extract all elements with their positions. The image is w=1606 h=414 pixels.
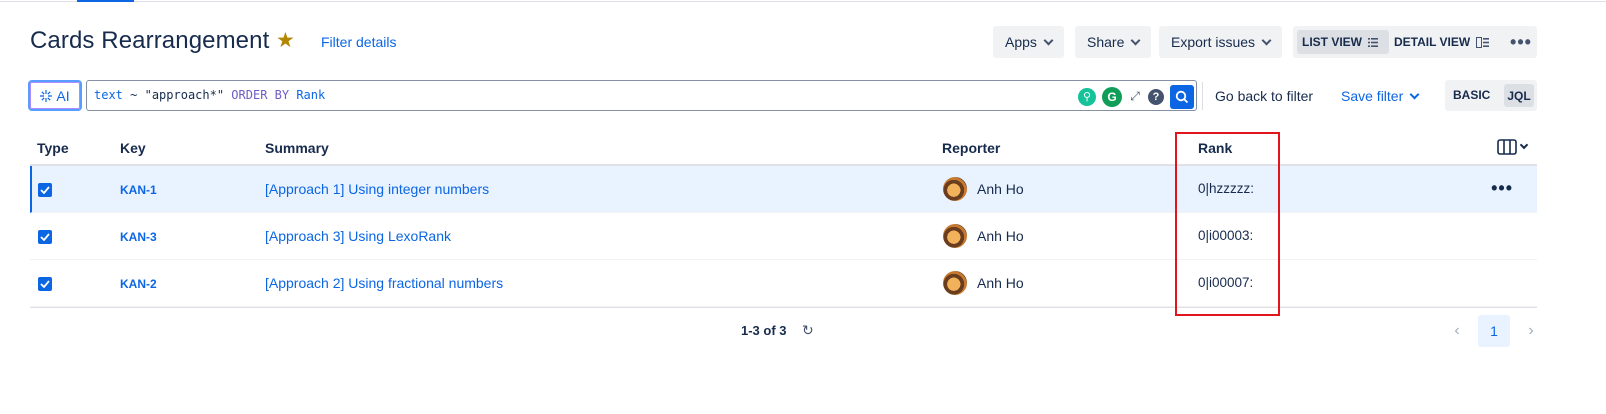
grammarly-icon[interactable]: G	[1102, 86, 1122, 107]
basic-jql-toggle: BASIC JQL	[1445, 80, 1537, 111]
help-icon[interactable]: ?	[1148, 88, 1164, 105]
search-button[interactable]	[1170, 84, 1194, 109]
page-header: Cards Rearrangement ★ Filter details App…	[30, 24, 1576, 60]
jql-query-text: text ~ "approach*" ORDER BY Rank	[94, 88, 325, 102]
previous-page-icon[interactable]: ‹	[1446, 322, 1468, 340]
chevron-down-icon	[1043, 35, 1054, 45]
checkbox-icon[interactable]	[38, 230, 52, 244]
reporter-name: Anh Ho	[977, 181, 1024, 197]
export-label: Export issues	[1171, 34, 1256, 50]
col-type[interactable]: Type	[37, 140, 69, 156]
issue-key[interactable]: KAN-2	[120, 277, 157, 291]
list-icon	[1368, 37, 1378, 47]
avatar	[943, 177, 967, 201]
chevron-down-icon	[1130, 35, 1141, 45]
basic-mode-button[interactable]: BASIC	[1453, 88, 1490, 102]
checkbox-icon[interactable]	[38, 183, 52, 197]
checkbox-icon[interactable]	[38, 277, 52, 291]
chevron-down-icon	[1409, 89, 1420, 99]
ai-button[interactable]: AI	[28, 80, 82, 111]
col-summary[interactable]: Summary	[265, 140, 329, 156]
save-filter-label: Save filter	[1341, 88, 1404, 104]
jql-order-keyword: ORDER BY	[224, 88, 297, 102]
issue-key[interactable]: KAN-3	[120, 230, 157, 244]
star-icon[interactable]: ★	[276, 30, 298, 52]
save-filter-button[interactable]: Save filter	[1341, 88, 1420, 104]
detail-view-icon	[1476, 36, 1490, 48]
divider	[1202, 82, 1203, 110]
reporter-name: Anh Ho	[977, 275, 1024, 291]
issue-summary[interactable]: [Approach 2] Using fractional numbers	[265, 275, 503, 291]
search-icon	[1175, 90, 1189, 103]
issue-summary[interactable]: [Approach 1] Using integer numbers	[265, 181, 489, 197]
sparkle-icon	[40, 89, 53, 102]
jql-value: "approach*"	[144, 88, 225, 102]
table-header: Type Key Summary Reporter Rank	[30, 130, 1537, 166]
chevron-down-icon	[1519, 140, 1529, 150]
bulb-extension-icon[interactable]: ⚲	[1078, 87, 1096, 106]
table-row[interactable]: KAN-2 [Approach 2] Using fractional numb…	[30, 260, 1537, 307]
issue-summary[interactable]: [Approach 3] Using LexoRank	[265, 228, 451, 244]
jql-operator: ~	[122, 88, 145, 102]
jql-order-field: Rank	[296, 88, 326, 102]
rank-column-highlight-box	[1175, 132, 1280, 316]
page-1-button[interactable]: 1	[1478, 315, 1510, 347]
issue-count: 1-3 of 3	[741, 323, 787, 338]
page-title: Cards Rearrangement	[30, 27, 270, 54]
jql-mode-button[interactable]: JQL	[1504, 84, 1534, 107]
column-picker-button[interactable]	[1497, 139, 1529, 155]
apps-label: Apps	[1005, 34, 1037, 50]
avatar	[943, 271, 967, 295]
columns-icon	[1497, 139, 1517, 155]
col-reporter[interactable]: Reporter	[942, 140, 1000, 156]
detail-view-button[interactable]: DETAIL VIEW	[1393, 30, 1490, 54]
export-issues-button[interactable]: Export issues	[1159, 26, 1283, 58]
list-view-button[interactable]: LIST VIEW	[1297, 30, 1389, 54]
filter-details-link[interactable]: Filter details	[321, 34, 396, 50]
apps-button[interactable]: Apps	[993, 26, 1064, 58]
share-button[interactable]: Share	[1075, 26, 1152, 58]
issues-table: Type Key Summary Reporter Rank KAN-1 [Ap…	[30, 130, 1537, 308]
table-bottom-border	[30, 307, 1537, 308]
table-row[interactable]: KAN-1 [Approach 1] Using integer numbers…	[30, 166, 1537, 213]
pagination: ‹ 1 ›	[1446, 315, 1542, 347]
chevron-down-icon	[1261, 35, 1272, 45]
list-view-label: LIST VIEW	[1302, 35, 1362, 49]
jql-query-input[interactable]: text ~ "approach*" ORDER BY Rank ⚲ G ⤢ ?	[86, 80, 1197, 111]
view-switcher: LIST VIEW DETAIL VIEW	[1293, 26, 1527, 58]
active-nav-indicator	[77, 0, 134, 2]
next-page-icon[interactable]: ›	[1520, 322, 1542, 340]
jql-field: text	[94, 88, 123, 102]
row-more-actions-button[interactable]: •••	[1491, 178, 1513, 199]
search-row: AI text ~ "approach*" ORDER BY Rank ⚲ G …	[28, 80, 1538, 112]
issue-key[interactable]: KAN-1	[120, 183, 157, 197]
expand-icon[interactable]: ⤢	[1128, 89, 1142, 104]
go-back-to-filter-link[interactable]: Go back to filter	[1215, 88, 1313, 104]
avatar	[943, 224, 967, 248]
reporter-name: Anh Ho	[977, 228, 1024, 244]
table-row[interactable]: KAN-3 [Approach 3] Using LexoRank Anh Ho…	[30, 213, 1537, 260]
top-nav-strip	[0, 0, 1606, 2]
input-icons: ⚲ G ⤢ ?	[1078, 83, 1194, 110]
detail-view-label: DETAIL VIEW	[1394, 35, 1471, 49]
share-label: Share	[1087, 34, 1125, 50]
refresh-icon[interactable]: ↻	[802, 322, 814, 339]
more-actions-button[interactable]: •••	[1505, 26, 1537, 58]
ai-label: AI	[56, 87, 70, 104]
col-key[interactable]: Key	[120, 140, 146, 156]
